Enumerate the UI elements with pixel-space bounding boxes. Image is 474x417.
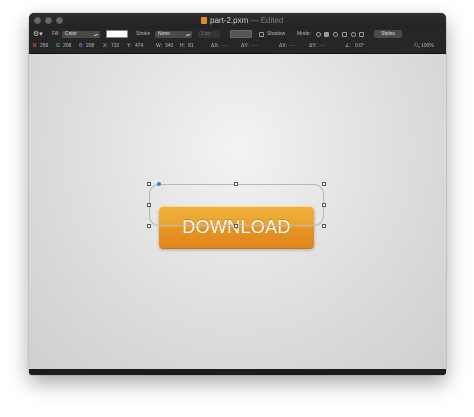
resize-handle-top-right[interactable] (322, 182, 326, 186)
delta-x2-value: ---- (289, 43, 296, 49)
x-value: 732 (111, 43, 120, 49)
delta-x-label: ΔX: (211, 43, 220, 49)
app-window: part-2.pxm — Edited ⚙▾ Fill: Color ▴▾ Str… (29, 13, 446, 375)
delta-y2-label: ΔY: (309, 43, 317, 49)
red-channel-value: 256 (40, 43, 49, 49)
info-bar: R 256 G 208 B 208 X: 732 Y: 474 W: 340 H… (29, 41, 446, 54)
delta-x-value: ---- (221, 43, 228, 49)
stroke-type-value: None (158, 31, 170, 37)
fill-label: Fill: (52, 31, 60, 37)
height-label: H: (180, 43, 185, 49)
fill-color-swatch[interactable] (106, 30, 128, 38)
document-filename: part-2.pxm (210, 16, 249, 25)
mode-label: Mode: (297, 31, 311, 37)
shadow-checkbox[interactable] (259, 32, 264, 37)
resize-handle-bottom-right[interactable] (322, 224, 326, 228)
title-bar: part-2.pxm — Edited (29, 13, 446, 28)
width-value: 340 (165, 43, 174, 49)
delta-x2-label: ΔX: (279, 43, 288, 49)
chevron-updown-icon: ▴▾ (185, 32, 190, 37)
fill-type-select[interactable]: Color ▴▾ (62, 31, 100, 38)
zoom-level[interactable]: 100% (421, 43, 434, 50)
delta-y2-value: ---- (319, 43, 326, 49)
resize-handle-top-left[interactable] (147, 182, 151, 186)
height-value: 81 (188, 43, 194, 49)
window-title: part-2.pxm — Edited (201, 16, 283, 26)
selection-outline (149, 184, 324, 226)
resize-handle-bottom-center[interactable] (234, 224, 238, 228)
shadow-label: Shadow (267, 31, 286, 37)
style-toolbar: ⚙▾ Fill: Color ▴▾ Stroke None ▴▾ 3 px Shad… (29, 28, 446, 41)
edited-status: — Edited (250, 16, 284, 25)
mode-combine-icon[interactable] (359, 32, 364, 37)
green-channel-label: G (56, 43, 60, 49)
chevron-updown-icon: ▴▾ (93, 32, 98, 37)
resize-handle-top-center[interactable] (234, 182, 238, 186)
resize-handle-middle-left[interactable] (147, 203, 151, 207)
x-label: X: (103, 43, 108, 49)
minimize-window-button[interactable] (45, 17, 52, 24)
y-label: Y: (127, 43, 132, 49)
close-window-button[interactable] (34, 17, 41, 24)
gear-icon[interactable]: ⚙▾ (33, 31, 43, 38)
zoom-window-button[interactable] (56, 17, 63, 24)
green-channel-value: 208 (63, 43, 72, 49)
angle-label: ∠: (345, 43, 351, 49)
status-bar (29, 369, 446, 375)
document-icon (201, 17, 207, 24)
canvas[interactable]: DOWNLOAD (29, 54, 446, 369)
width-label: W: (156, 43, 163, 49)
mode-exclude-icon[interactable] (351, 32, 356, 37)
styles-button[interactable]: Styles (374, 30, 402, 38)
stroke-color-swatch[interactable] (230, 30, 252, 38)
mode-union-icon[interactable] (324, 32, 329, 37)
resize-handle-middle-right[interactable] (322, 203, 326, 207)
mode-intersect-icon[interactable] (342, 32, 347, 37)
mode-normal-icon[interactable] (316, 32, 321, 37)
blue-channel-label: B (79, 43, 83, 49)
red-channel-label: R (33, 43, 37, 49)
y-value: 474 (135, 43, 144, 49)
resize-handle-bottom-left[interactable] (147, 224, 151, 228)
angle-value: 0.0° (355, 43, 364, 49)
delta-y-value: ---- (251, 43, 258, 49)
stroke-type-select[interactable]: None ▴▾ (155, 31, 192, 38)
stroke-width-field[interactable]: 3 px (198, 31, 220, 38)
zoom-icon[interactable]: 🔍︎ (414, 43, 420, 50)
delta-y-label: ΔY: (241, 43, 249, 49)
stroke-width-value: 3 px (201, 31, 211, 37)
corner-radius-handle[interactable] (157, 182, 161, 186)
mode-subtract-icon[interactable] (333, 32, 338, 37)
blue-channel-value: 208 (86, 43, 95, 49)
fill-type-value: Color (65, 31, 77, 37)
stroke-label: Stroke (136, 31, 151, 37)
